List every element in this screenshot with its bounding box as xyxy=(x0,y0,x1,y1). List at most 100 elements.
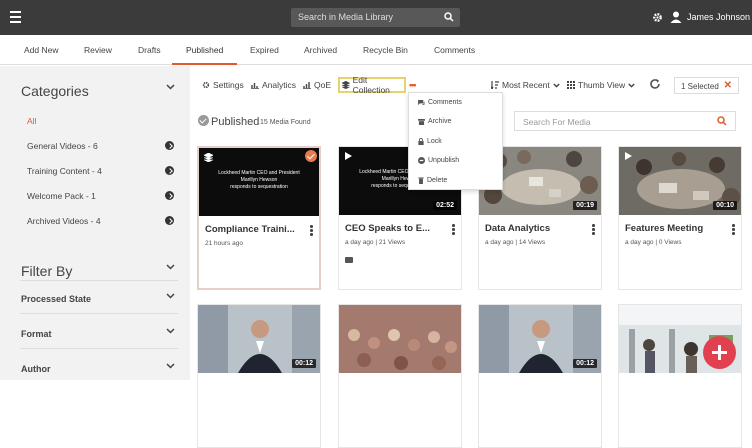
kebab-menu-icon[interactable] xyxy=(310,225,313,237)
more-options-icon[interactable]: ••• xyxy=(409,80,417,90)
chevron-right-icon[interactable] xyxy=(165,166,174,175)
card-title[interactable]: Features Meeting xyxy=(625,223,720,234)
divider xyxy=(20,280,178,281)
chevron-down-icon xyxy=(628,82,635,88)
tab-archived[interactable]: Archived xyxy=(304,45,337,55)
sort-dropdown[interactable]: Most Recent xyxy=(491,80,560,90)
duration-badge: 00:12 xyxy=(573,359,597,368)
play-icon xyxy=(345,152,352,160)
edit-collection-label: Edit Collection xyxy=(352,75,390,95)
thumbnail-image xyxy=(339,305,461,373)
media-search-input[interactable]: Search For Media xyxy=(514,111,736,131)
tab-comments[interactable]: Comments xyxy=(434,45,475,55)
search-icon[interactable] xyxy=(444,12,454,22)
qoe-button[interactable]: QoE xyxy=(303,80,331,90)
refresh-icon[interactable] xyxy=(649,78,661,90)
kebab-menu-icon[interactable] xyxy=(592,224,595,236)
close-icon[interactable]: ✕ xyxy=(724,80,732,91)
chevron-right-icon[interactable] xyxy=(165,216,174,225)
media-card[interactable]: 00:12 xyxy=(478,304,602,448)
chevron-down-icon xyxy=(553,82,560,88)
media-count: 15 Media Found xyxy=(260,119,311,126)
tab-expired[interactable]: Expired xyxy=(250,45,279,55)
add-media-button[interactable] xyxy=(703,336,736,369)
search-icon[interactable] xyxy=(717,116,727,126)
more-options-menu: Comments Archive Lock Unpublish Delete xyxy=(408,92,503,190)
chevron-down-icon[interactable] xyxy=(166,328,175,334)
chevron-down-icon[interactable] xyxy=(166,293,175,299)
gear-icon[interactable] xyxy=(652,12,663,23)
settings-button[interactable]: Settings xyxy=(202,80,244,90)
menu-icon[interactable] xyxy=(10,11,21,23)
grid-icon xyxy=(567,81,575,89)
view-dropdown[interactable]: Thumb View xyxy=(567,80,635,90)
duration-badge: 00:12 xyxy=(292,359,316,368)
duration-badge: 00:10 xyxy=(713,201,737,210)
trash-icon xyxy=(418,177,424,184)
archive-icon xyxy=(418,118,425,125)
card-title[interactable]: Data Analytics xyxy=(485,223,580,234)
chevron-down-icon[interactable] xyxy=(166,84,175,90)
selected-check-icon[interactable] xyxy=(305,150,317,162)
qoe-label: QoE xyxy=(314,80,332,90)
category-welcome-pack[interactable]: Welcome Pack - 1 xyxy=(27,191,96,201)
chevron-right-icon[interactable] xyxy=(165,191,174,200)
global-search-placeholder: Search in Media Library xyxy=(298,12,394,22)
menu-item-label: Delete xyxy=(427,177,448,184)
user-name[interactable]: James Johnson xyxy=(687,12,750,22)
tab-review[interactable]: Review xyxy=(84,45,112,55)
menu-item-lock[interactable]: Lock xyxy=(418,138,442,145)
tab-add-new[interactable]: Add New xyxy=(24,45,59,55)
menu-item-comments[interactable]: Comments xyxy=(418,99,462,106)
menu-item-archive[interactable]: Archive xyxy=(418,118,451,125)
check-circle-icon xyxy=(198,115,209,126)
edit-collection-button[interactable]: Edit Collection xyxy=(338,75,406,95)
category-archived-videos[interactable]: Archived Videos - 4 xyxy=(27,216,101,226)
analytics-button[interactable]: Analytics xyxy=(251,80,296,90)
duration-badge: 00:19 xyxy=(573,201,597,210)
menu-item-unpublish[interactable]: Unpublish xyxy=(418,157,459,164)
selected-count-badge: 1 Selected ✕ xyxy=(674,77,739,94)
sort-icon xyxy=(491,81,499,89)
category-training-content[interactable]: Training Content - 4 xyxy=(27,166,102,176)
chevron-down-icon[interactable] xyxy=(166,264,175,270)
layers-icon xyxy=(204,153,213,162)
card-meta: 21 hours ago xyxy=(205,240,243,247)
category-general-videos[interactable]: General Videos - 6 xyxy=(27,141,98,151)
thumbnail-caption: Lockheed Martin CEO and President Marill… xyxy=(218,170,300,190)
card-title[interactable]: Compliance Traini... xyxy=(205,224,300,235)
media-card[interactable] xyxy=(618,304,742,448)
divider xyxy=(20,313,178,314)
media-card[interactable]: 00:10 Features Meeting a day ago | 0 Vie… xyxy=(618,146,742,290)
category-all[interactable]: All xyxy=(27,116,36,126)
video-thumbnail[interactable] xyxy=(339,305,461,373)
global-search-input[interactable]: Search in Media Library xyxy=(291,8,460,27)
menu-item-label: Comments xyxy=(428,99,462,106)
card-title[interactable]: CEO Speaks to E... xyxy=(345,223,440,234)
media-card[interactable]: Lockheed Martin CEO and President Marill… xyxy=(197,146,321,290)
tab-drafts[interactable]: Drafts xyxy=(138,45,161,55)
media-card[interactable] xyxy=(338,304,462,448)
video-thumbnail[interactable]: Lockheed Martin CEO and President Marill… xyxy=(199,148,319,216)
selected-count: 1 Selected xyxy=(681,82,719,91)
menu-item-delete[interactable]: Delete xyxy=(418,177,447,184)
chevron-down-icon[interactable] xyxy=(166,363,175,369)
tab-recycle-bin[interactable]: Recycle Bin xyxy=(363,45,408,55)
tab-published[interactable]: Published xyxy=(186,45,223,55)
filter-format[interactable]: Format xyxy=(21,329,52,339)
filter-by-title: Filter By xyxy=(21,263,73,279)
card-meta: a day ago | 21 Views xyxy=(345,239,406,246)
kebab-menu-icon[interactable] xyxy=(732,224,735,236)
settings-label: Settings xyxy=(213,80,244,90)
filter-processed-state[interactable]: Processed State xyxy=(21,294,91,304)
video-thumbnail[interactable]: 00:12 xyxy=(198,305,320,373)
kebab-menu-icon[interactable] xyxy=(452,224,455,236)
video-thumbnail[interactable]: 00:10 xyxy=(619,147,741,215)
layers-icon xyxy=(342,81,350,89)
media-card[interactable]: 00:12 xyxy=(197,304,321,448)
sort-label: Most Recent xyxy=(502,80,550,90)
user-icon[interactable] xyxy=(670,11,682,23)
video-thumbnail[interactable]: 00:12 xyxy=(479,305,601,373)
chevron-right-icon[interactable] xyxy=(165,141,174,150)
filter-author[interactable]: Author xyxy=(21,364,51,374)
